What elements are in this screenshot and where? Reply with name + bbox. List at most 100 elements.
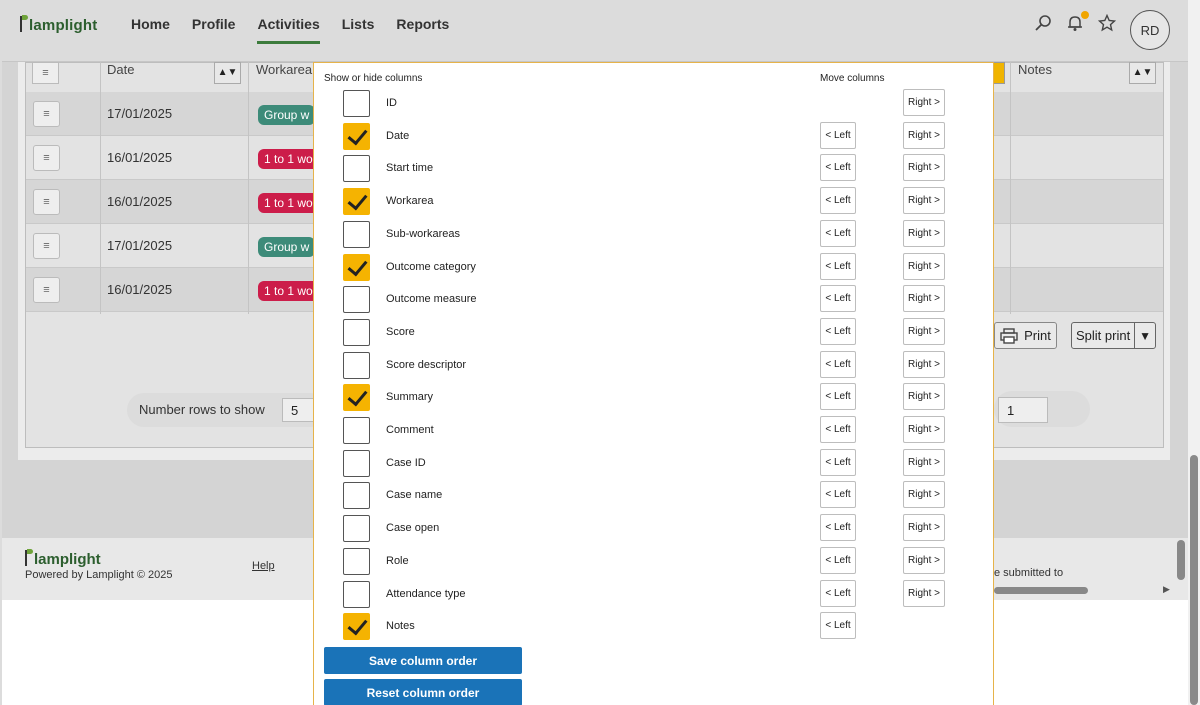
move-left-button[interactable]: < Left xyxy=(820,579,856,607)
move-left-button[interactable]: < Left xyxy=(820,350,856,378)
column-label: Workarea xyxy=(386,195,434,208)
move-right-button[interactable]: Right > xyxy=(903,89,945,116)
move-right-button[interactable]: Right > xyxy=(903,481,945,509)
move-left-button[interactable]: < Left xyxy=(820,448,856,476)
split-print-label: Split print xyxy=(1072,323,1136,348)
column-visibility-checkbox[interactable] xyxy=(343,253,370,281)
column-visibility-checkbox[interactable] xyxy=(343,351,370,379)
printer-icon xyxy=(1000,327,1018,344)
nav-reports[interactable]: Reports xyxy=(396,16,449,44)
move-right-button[interactable]: Right > xyxy=(903,350,945,378)
move-left-button[interactable]: < Left xyxy=(820,285,856,313)
logo[interactable]: lamplight xyxy=(20,14,97,34)
page-scrollbar-thumb[interactable] xyxy=(1190,455,1198,705)
horizontal-scrollbar[interactable] xyxy=(994,587,1088,594)
row-menu-button[interactable]: ≡ xyxy=(33,145,60,171)
column-visibility-checkbox[interactable] xyxy=(343,188,370,216)
move-right-button[interactable]: Right > xyxy=(903,187,945,215)
header-workarea: Workarea xyxy=(256,62,313,77)
column-visibility-checkbox[interactable] xyxy=(343,580,370,608)
column-row: Comment < Left Right > xyxy=(314,415,993,448)
column-visibility-checkbox[interactable] xyxy=(343,122,370,150)
page-control: 1 xyxy=(994,391,1090,427)
page-input[interactable]: 1 xyxy=(998,397,1048,423)
sort-notes-button[interactable]: ▲▼ xyxy=(1129,62,1156,84)
column-row: Outcome category < Left Right > xyxy=(314,252,993,285)
nav-lists[interactable]: Lists xyxy=(342,16,375,44)
footer-logo: lamplight xyxy=(25,548,101,568)
move-right-button[interactable]: Right > xyxy=(903,546,945,574)
move-right-button[interactable]: Right > xyxy=(903,317,945,345)
nav-activities[interactable]: Activities xyxy=(257,16,320,44)
move-right-button[interactable]: Right > xyxy=(903,219,945,247)
move-right-button[interactable]: Right > xyxy=(903,252,945,280)
column-visibility-checkbox[interactable] xyxy=(343,613,370,641)
help-link[interactable]: Help xyxy=(252,560,275,572)
nav-profile[interactable]: Profile xyxy=(192,16,236,44)
move-left-button[interactable]: < Left xyxy=(820,514,856,542)
column-label: Sub-workareas xyxy=(386,227,460,240)
sort-date-button[interactable]: ▲▼ xyxy=(214,62,241,84)
move-right-button[interactable]: Right > xyxy=(903,416,945,443)
column-row: Role < Left Right > xyxy=(314,546,993,579)
move-right-button[interactable]: Right > xyxy=(903,121,945,149)
move-right-button[interactable]: Right > xyxy=(903,383,945,411)
column-divider xyxy=(248,62,249,314)
save-column-order-button[interactable]: Save column order xyxy=(324,647,522,674)
column-visibility-checkbox[interactable] xyxy=(343,515,370,543)
column-visibility-checkbox[interactable] xyxy=(343,220,370,248)
column-label: Case name xyxy=(386,489,443,502)
logo-text: lamplight xyxy=(29,17,98,34)
column-row: Case open < Left Right > xyxy=(314,513,993,546)
split-print-button[interactable]: Split print ▼ xyxy=(1071,322,1156,349)
column-divider xyxy=(100,62,101,314)
column-visibility-checkbox[interactable] xyxy=(343,90,370,117)
move-left-button[interactable]: < Left xyxy=(820,219,856,247)
search-icon[interactable] xyxy=(1034,14,1052,37)
row-menu-button[interactable]: ≡ xyxy=(33,233,60,259)
move-right-button[interactable]: Right > xyxy=(903,285,945,313)
header-menu-button[interactable]: ≡ xyxy=(32,62,59,84)
column-visibility-checkbox[interactable] xyxy=(343,286,370,314)
move-left-button[interactable]: < Left xyxy=(820,121,856,149)
column-visibility-checkbox[interactable] xyxy=(343,547,370,575)
move-left-button[interactable]: < Left xyxy=(820,383,856,411)
column-visibility-checkbox[interactable] xyxy=(343,449,370,477)
reset-column-order-button[interactable]: Reset column order xyxy=(324,679,522,705)
column-label: Role xyxy=(386,554,409,567)
submitted-text: e submitted to xyxy=(994,567,1064,579)
inner-scrollbar[interactable] xyxy=(1177,540,1185,580)
column-visibility-checkbox[interactable] xyxy=(343,318,370,346)
move-left-button[interactable]: < Left xyxy=(820,317,856,345)
move-left-button[interactable]: < Left xyxy=(820,252,856,280)
nav-home[interactable]: Home xyxy=(131,16,170,44)
move-left-button[interactable]: < Left xyxy=(820,154,856,182)
move-left-button[interactable]: < Left xyxy=(820,416,856,443)
move-right-button[interactable]: Right > xyxy=(903,514,945,542)
move-right-button[interactable]: Right > xyxy=(903,579,945,607)
star-icon[interactable] xyxy=(1097,13,1117,37)
row-menu-button[interactable]: ≡ xyxy=(33,101,60,127)
move-right-button[interactable]: Right > xyxy=(903,448,945,476)
move-left-button[interactable]: < Left xyxy=(820,612,856,640)
move-left-button[interactable]: < Left xyxy=(820,481,856,509)
row-menu-button[interactable]: ≡ xyxy=(33,277,60,303)
bell-icon[interactable] xyxy=(1066,11,1089,37)
caret-down-icon[interactable]: ▼ xyxy=(1135,329,1155,343)
print-button[interactable]: Print xyxy=(994,322,1057,349)
row-date: 17/01/2025 xyxy=(107,238,173,253)
column-row: Workarea < Left Right > xyxy=(314,186,993,219)
column-visibility-checkbox[interactable] xyxy=(343,417,370,444)
workarea-tag: 1 to 1 wo xyxy=(258,193,319,213)
header-notes: Notes xyxy=(1018,62,1052,77)
avatar[interactable]: RD xyxy=(1130,10,1170,50)
move-right-button[interactable]: Right > xyxy=(903,154,945,182)
column-visibility-checkbox[interactable] xyxy=(343,482,370,510)
move-left-button[interactable]: < Left xyxy=(820,187,856,215)
column-visibility-checkbox[interactable] xyxy=(343,155,370,183)
scroll-right-icon[interactable]: ▶ xyxy=(1163,584,1170,595)
move-left-button[interactable]: < Left xyxy=(820,546,856,574)
column-visibility-checkbox[interactable] xyxy=(343,384,370,412)
column-label: Score descriptor xyxy=(386,358,467,371)
row-menu-button[interactable]: ≡ xyxy=(33,189,60,215)
